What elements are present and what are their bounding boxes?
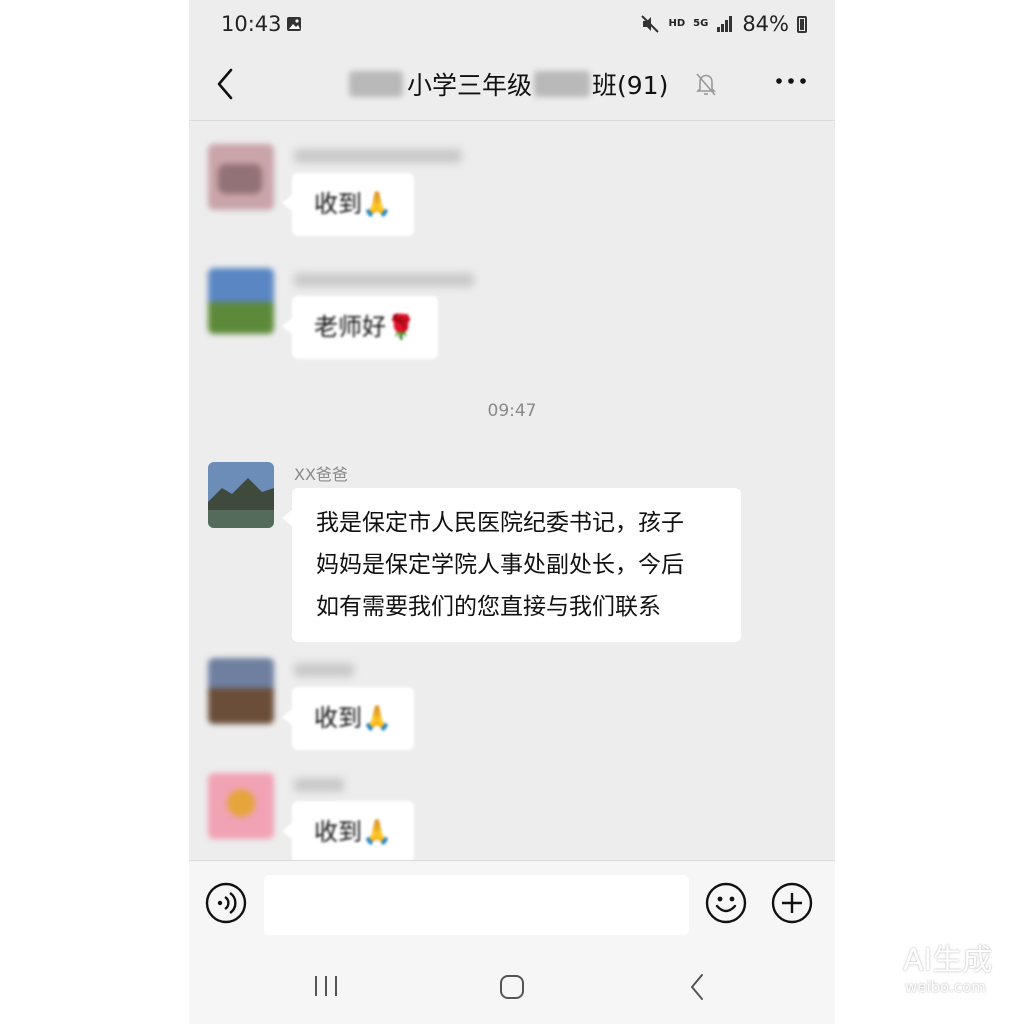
chat-area: 收到🙏 老师好🌹 09:47 XX爸爸 我是保定市人民医院纪委书记，孩子 妈妈是… [189,121,835,864]
signal-icon [717,16,733,32]
status-time: 10:43 [221,12,282,36]
home-icon[interactable] [499,974,525,1000]
system-nav-bar [189,950,835,1024]
battery-icon [797,15,807,33]
voice-input-icon[interactable] [205,882,247,924]
gallery-notification-icon [287,17,301,31]
status-bar: 10:43 HD 5G 84% [189,0,835,52]
mute-sound-icon [641,15,660,33]
redacted-class-name [534,71,591,97]
recent-apps-icon[interactable] [313,974,339,998]
avatar[interactable] [208,144,274,210]
message-bubble[interactable]: 收到🙏 [282,687,414,750]
message-bubble[interactable]: 收到🙏 [282,173,414,236]
battery-percent: 84% [742,12,789,36]
avatar[interactable] [208,268,274,334]
plus-icon[interactable] [771,882,813,924]
redacted-sender-name [294,663,354,677]
network-indicator: 5G [693,18,709,29]
redacted-sender-name [294,273,474,287]
status-right-group: HD 5G 84% [640,12,807,36]
nav-back-icon[interactable] [689,972,705,1002]
sender-name: XX爸爸 [294,465,348,484]
avatar[interactable] [208,658,274,724]
redacted-title-prefix [349,71,403,97]
avatar[interactable] [208,462,274,528]
chat-header: 小学三年级 班(91) [189,52,835,121]
timestamp: 09:47 [487,401,537,421]
hd-indicator: HD [668,18,686,29]
message-input[interactable] [264,875,689,935]
message-bubble[interactable]: 我是保定市人民医院纪委书记，孩子 妈妈是保定学院人事处副处长，今后 如有需要我们… [282,488,741,642]
title-text-part1: 小学三年级 [407,71,533,100]
emoji-icon[interactable] [705,882,747,924]
message-bubble[interactable]: 收到🙏 [282,801,414,864]
message-text: 我是保定市人民医院纪委书记，孩子 妈妈是保定学院人事处副处长，今后 如有需要我们… [316,510,684,620]
avatar[interactable] [208,773,274,839]
group-title: 小学三年级 班(91) [349,66,668,102]
message-bubble[interactable]: 老师好🌹 [282,296,438,359]
redacted-sender-name [294,149,462,163]
more-options-icon[interactable] [774,74,808,88]
redacted-sender-name [294,778,344,792]
phone-screen: 10:43 HD 5G 84% 小学三年级 班(91) 收到🙏 老师好🌹 09:… [189,0,835,1024]
input-bar [189,860,835,951]
muted-bell-icon [696,73,716,96]
watermark: AI生成 weibo.com [903,943,993,997]
title-text-part2: 班(91) [592,71,669,100]
back-arrow-icon[interactable] [215,66,235,102]
